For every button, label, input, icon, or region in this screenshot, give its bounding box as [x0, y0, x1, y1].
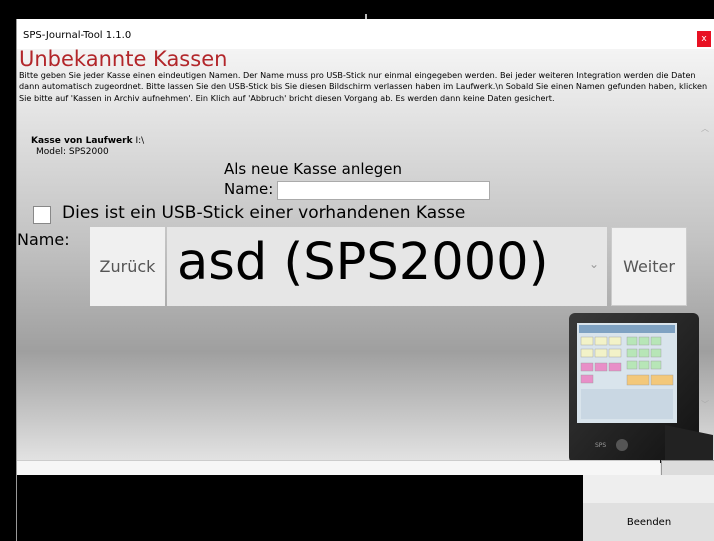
main-panel: Unbekannte Kassen Bitte geben Sie jeder …	[17, 47, 714, 502]
close-button[interactable]: x	[697, 31, 711, 47]
footer-spacer	[583, 475, 714, 503]
back-button[interactable]: Zurück	[90, 227, 165, 306]
status-area	[17, 475, 583, 541]
chevron-down-icon[interactable]: ⌄	[589, 257, 599, 271]
app-window: SPS-Journal-Tool 1.1.0 x Unbekannte Kass…	[16, 19, 714, 541]
page-title: Unbekannte Kassen	[19, 47, 228, 71]
instructions-text: Bitte geben Sie jeder Kasse einen eindeu…	[19, 70, 708, 103]
scroll-up-icon[interactable]: ︿	[701, 123, 709, 134]
existing-register-checkbox[interactable]	[33, 206, 51, 224]
select-name-label: Name:	[17, 230, 70, 249]
model-info: Model: SPS2000	[36, 147, 109, 157]
new-register-label: Als neue Kasse anlegen	[224, 160, 402, 178]
existing-register-label[interactable]: Dies ist ein USB-Stick einer vorhandenen…	[62, 203, 465, 223]
next-button[interactable]: Weiter	[611, 227, 687, 306]
window-title: SPS-Journal-Tool 1.1.0	[23, 30, 132, 41]
quit-button[interactable]: Beenden	[583, 503, 714, 541]
name-label: Name:	[224, 180, 274, 198]
selected-register-value: asd (SPS2000)	[177, 233, 549, 292]
desktop-strip	[0, 0, 714, 20]
name-input[interactable]	[277, 181, 490, 200]
drive-info: Kasse von Laufwerk I:\	[31, 136, 144, 146]
drive-label: Kasse von Laufwerk	[31, 136, 133, 146]
svg-text:SPS: SPS	[595, 442, 606, 449]
register-select[interactable]: asd (SPS2000) ⌄	[167, 227, 607, 306]
title-bar: SPS-Journal-Tool 1.1.0 x	[17, 19, 714, 49]
drive-value: I:\	[135, 136, 145, 146]
cash-register-image: SPS	[569, 313, 713, 475]
